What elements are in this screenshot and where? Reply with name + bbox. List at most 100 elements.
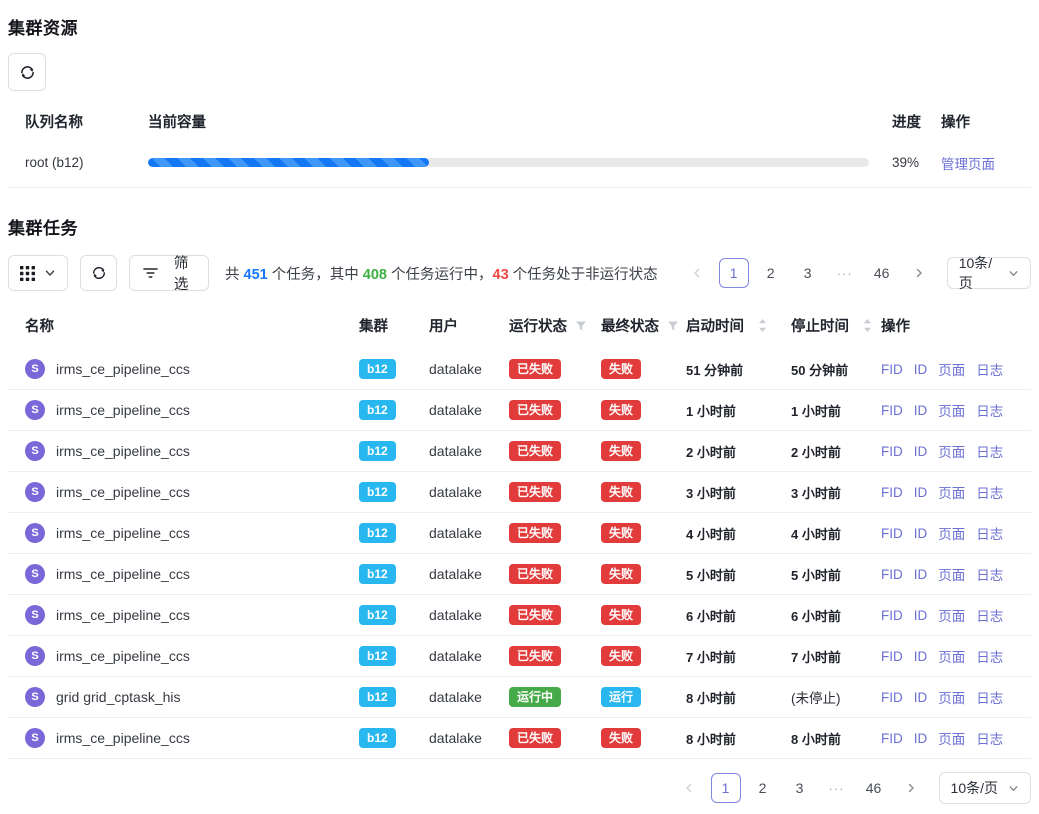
stop-time-cell: 5 小时前 bbox=[791, 568, 841, 583]
pagination-page-last[interactable]: 46 bbox=[867, 258, 897, 288]
task-name: grid grid_cptask_his bbox=[56, 689, 181, 705]
page-link[interactable]: 页面 bbox=[938, 564, 965, 584]
run-status-badge: 已失败 bbox=[509, 441, 561, 461]
pagination-next-button[interactable] bbox=[904, 258, 934, 288]
log-link[interactable]: 日志 bbox=[976, 728, 1003, 748]
id-link[interactable]: ID bbox=[914, 444, 928, 459]
layout-switch-button[interactable] bbox=[8, 255, 68, 291]
user-cell: datalake bbox=[429, 689, 509, 705]
cluster-badge: b12 bbox=[359, 482, 396, 502]
page-link[interactable]: 页面 bbox=[938, 728, 965, 748]
resources-refresh-button[interactable] bbox=[8, 53, 46, 91]
run-status-filter-funnel-icon[interactable] bbox=[575, 320, 587, 332]
log-link[interactable]: 日志 bbox=[976, 523, 1003, 543]
id-link[interactable]: ID bbox=[914, 690, 928, 705]
id-link[interactable]: ID bbox=[914, 608, 928, 623]
final-status-badge: 失败 bbox=[601, 605, 641, 625]
log-link[interactable]: 日志 bbox=[976, 359, 1003, 379]
avatar: S bbox=[25, 359, 45, 379]
id-link[interactable]: ID bbox=[914, 567, 928, 582]
log-link[interactable]: 日志 bbox=[976, 646, 1003, 666]
fid-link[interactable]: FID bbox=[881, 690, 903, 705]
name-column-header: 名称 bbox=[8, 315, 359, 336]
page-link[interactable]: 页面 bbox=[938, 523, 965, 543]
start-time-cell: 51 分钟前 bbox=[686, 363, 743, 378]
summary-total-count: 451 bbox=[244, 267, 268, 283]
id-link[interactable]: ID bbox=[914, 485, 928, 500]
resources-action-header: 操作 bbox=[939, 111, 1031, 132]
fid-link[interactable]: FID bbox=[881, 608, 903, 623]
stop-time-column-header: 停止时间 bbox=[791, 315, 849, 336]
user-cell: datalake bbox=[429, 730, 509, 746]
fid-link[interactable]: FID bbox=[881, 649, 903, 664]
resources-table-header: 队列名称 当前容量 进度 操作 bbox=[8, 104, 1031, 138]
page-link[interactable]: 页面 bbox=[938, 605, 965, 625]
fid-link[interactable]: FID bbox=[881, 444, 903, 459]
log-link[interactable]: 日志 bbox=[976, 441, 1003, 461]
user-column-header: 用户 bbox=[429, 315, 509, 336]
log-link[interactable]: 日志 bbox=[976, 687, 1003, 707]
page-link[interactable]: 页面 bbox=[938, 400, 965, 420]
page-size-select[interactable]: 10条/页 bbox=[947, 257, 1031, 289]
refresh-icon bbox=[91, 265, 107, 281]
tasks-section-title: 集群任务 bbox=[8, 214, 1031, 239]
final-status-filter-funnel-icon[interactable] bbox=[667, 320, 679, 332]
chevron-down-icon bbox=[1008, 268, 1019, 279]
log-link[interactable]: 日志 bbox=[976, 482, 1003, 502]
cluster-column-header: 集群 bbox=[359, 315, 429, 336]
task-name: irms_ce_pipeline_ccs bbox=[56, 484, 190, 500]
user-cell: datalake bbox=[429, 525, 509, 541]
pagination-prev-button[interactable] bbox=[674, 773, 704, 803]
manage-page-link[interactable]: 管理页面 bbox=[941, 157, 995, 172]
pagination-page-last[interactable]: 46 bbox=[859, 773, 889, 803]
cluster-badge: b12 bbox=[359, 441, 396, 461]
fid-link[interactable]: FID bbox=[881, 403, 903, 418]
id-link[interactable]: ID bbox=[914, 649, 928, 664]
start-time-sort-icon[interactable] bbox=[758, 318, 767, 333]
fid-link[interactable]: FID bbox=[881, 567, 903, 582]
page-link[interactable]: 页面 bbox=[938, 359, 965, 379]
task-name: irms_ce_pipeline_ccs bbox=[56, 402, 190, 418]
summary-text: 个任务处于非运行状态 bbox=[509, 267, 658, 283]
log-link[interactable]: 日志 bbox=[976, 564, 1003, 584]
stop-time-sort-icon[interactable] bbox=[863, 318, 872, 333]
final-status-badge: 失败 bbox=[601, 646, 641, 666]
id-link[interactable]: ID bbox=[914, 731, 928, 746]
pagination-page-3[interactable]: 3 bbox=[793, 258, 823, 288]
page-link[interactable]: 页面 bbox=[938, 646, 965, 666]
fid-link[interactable]: FID bbox=[881, 731, 903, 746]
pagination-ellipsis[interactable]: ··· bbox=[822, 773, 852, 803]
fid-link[interactable]: FID bbox=[881, 362, 903, 377]
summary-text: 个任务运行中， bbox=[387, 267, 493, 283]
pagination-page-2[interactable]: 2 bbox=[756, 258, 786, 288]
pagination-prev-button[interactable] bbox=[682, 258, 712, 288]
resources-table-row: root (b12) 39% 管理页面 bbox=[8, 138, 1031, 188]
id-link[interactable]: ID bbox=[914, 403, 928, 418]
fid-link[interactable]: FID bbox=[881, 485, 903, 500]
start-time-cell: 3 小时前 bbox=[686, 486, 736, 501]
page-size-select[interactable]: 10条/页 bbox=[939, 772, 1031, 804]
final-status-badge: 失败 bbox=[601, 728, 641, 748]
id-link[interactable]: ID bbox=[914, 362, 928, 377]
progress-value: 39% bbox=[877, 155, 939, 170]
pagination-ellipsis[interactable]: ··· bbox=[830, 258, 860, 288]
fid-link[interactable]: FID bbox=[881, 526, 903, 541]
id-link[interactable]: ID bbox=[914, 526, 928, 541]
log-link[interactable]: 日志 bbox=[976, 400, 1003, 420]
resources-section-title: 集群资源 bbox=[8, 14, 1031, 39]
filter-button[interactable]: 筛选 bbox=[129, 255, 209, 291]
pagination-page-2[interactable]: 2 bbox=[748, 773, 778, 803]
cluster-badge: b12 bbox=[359, 359, 396, 379]
log-link[interactable]: 日志 bbox=[976, 605, 1003, 625]
pagination-next-button[interactable] bbox=[896, 773, 926, 803]
page-link[interactable]: 页面 bbox=[938, 482, 965, 502]
page-link[interactable]: 页面 bbox=[938, 441, 965, 461]
resources-table: 队列名称 当前容量 进度 操作 root (b12) 39% 管理页面 bbox=[8, 104, 1031, 188]
pagination-page-1[interactable]: 1 bbox=[719, 258, 749, 288]
table-row: S irms_ce_pipeline_ccs b12 datalake 已失败 … bbox=[8, 636, 1031, 677]
pagination-page-1[interactable]: 1 bbox=[711, 773, 741, 803]
tasks-refresh-button[interactable] bbox=[80, 255, 117, 291]
final-status-badge: 失败 bbox=[601, 400, 641, 420]
pagination-page-3[interactable]: 3 bbox=[785, 773, 815, 803]
page-link[interactable]: 页面 bbox=[938, 687, 965, 707]
